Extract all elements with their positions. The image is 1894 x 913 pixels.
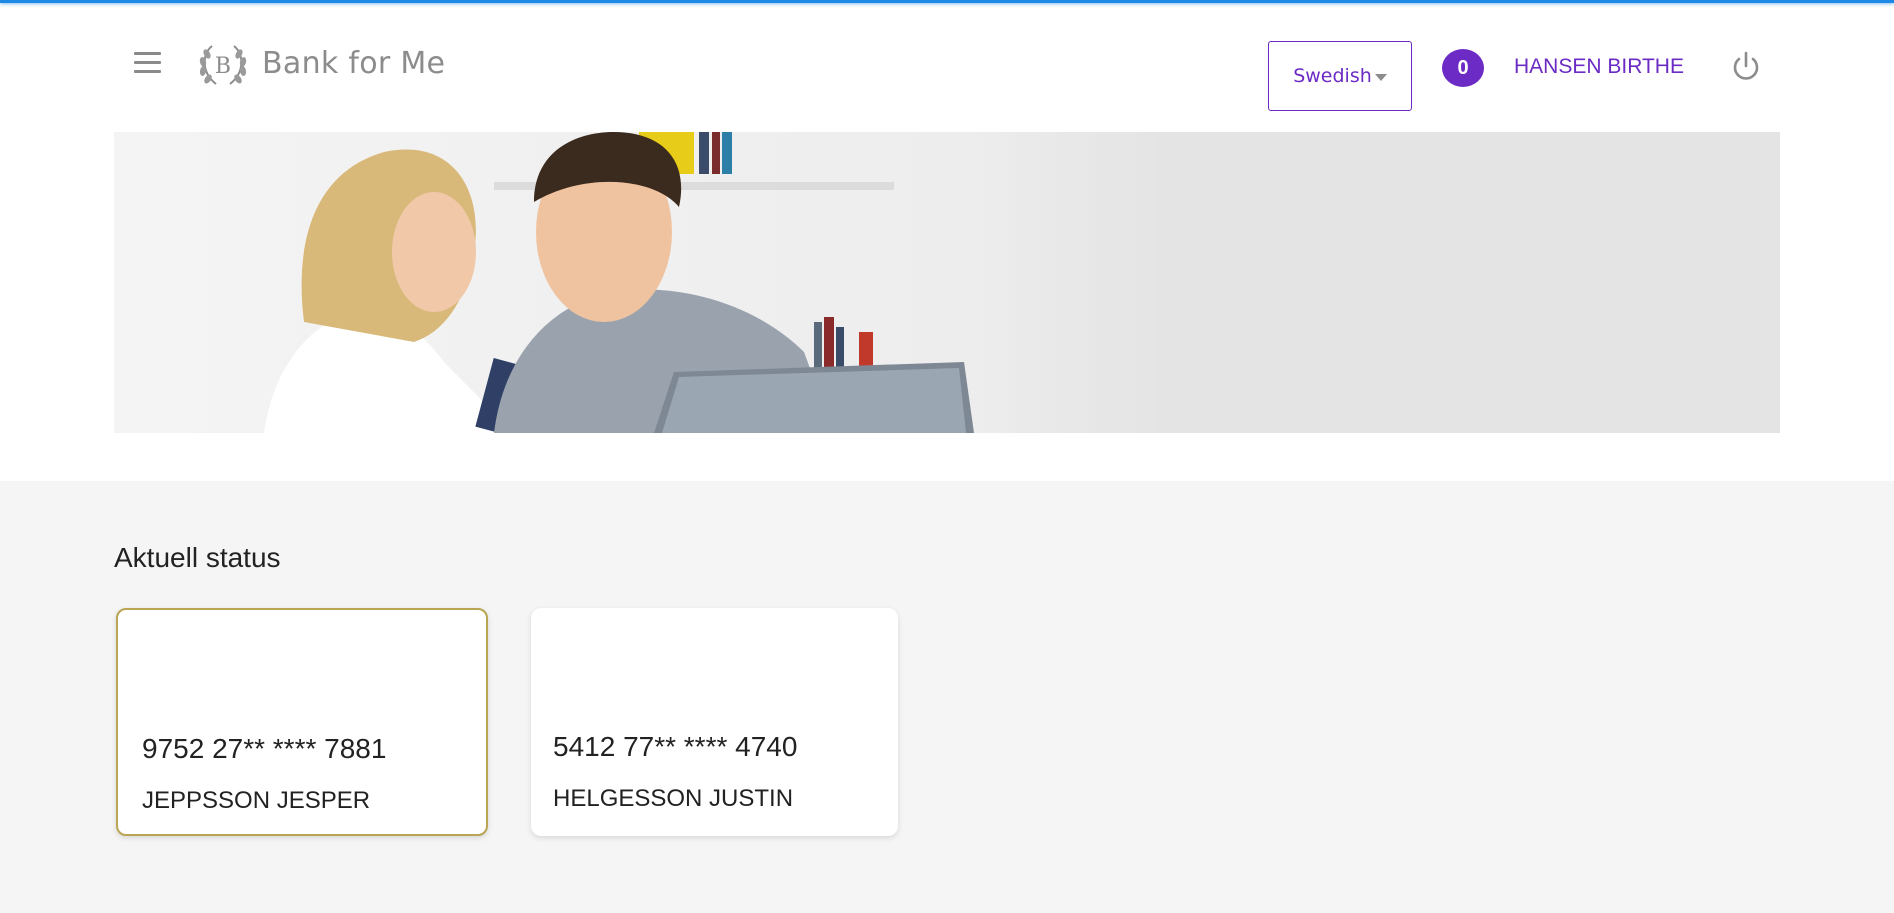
account-card[interactable]: 9752 27** **** 7881 JEPPSSON JESPER bbox=[116, 608, 488, 836]
laurel-logo-icon[interactable]: B bbox=[196, 40, 250, 90]
hero-banner-image bbox=[114, 132, 1780, 433]
hamburger-line bbox=[134, 52, 161, 55]
caret-down-icon bbox=[1374, 73, 1387, 81]
user-name-link[interactable]: HANSEN BIRTHE bbox=[1514, 52, 1684, 82]
hamburger-line bbox=[134, 61, 161, 64]
brand-name: Bank for Me bbox=[262, 46, 446, 81]
power-icon[interactable] bbox=[1730, 50, 1762, 84]
card-holder-name: JEPPSSON JESPER bbox=[142, 787, 371, 814]
card-holder-name: HELGESSON JUSTIN bbox=[553, 785, 794, 812]
notification-count-badge[interactable]: 0 bbox=[1442, 49, 1484, 87]
account-card[interactable]: 5412 77** **** 4740 HELGESSON JUSTIN bbox=[531, 608, 898, 836]
hamburger-menu-icon[interactable] bbox=[132, 52, 164, 76]
language-select[interactable]: Swedish bbox=[1268, 41, 1412, 111]
hamburger-line bbox=[134, 70, 161, 73]
language-select-value: Swedish bbox=[1293, 65, 1372, 87]
top-accent-bar bbox=[0, 0, 1894, 3]
card-number: 9752 27** **** 7881 bbox=[142, 733, 387, 764]
logo-letter: B bbox=[215, 54, 231, 79]
card-number: 5412 77** **** 4740 bbox=[553, 731, 798, 762]
section-title: Aktuell status bbox=[114, 542, 281, 573]
